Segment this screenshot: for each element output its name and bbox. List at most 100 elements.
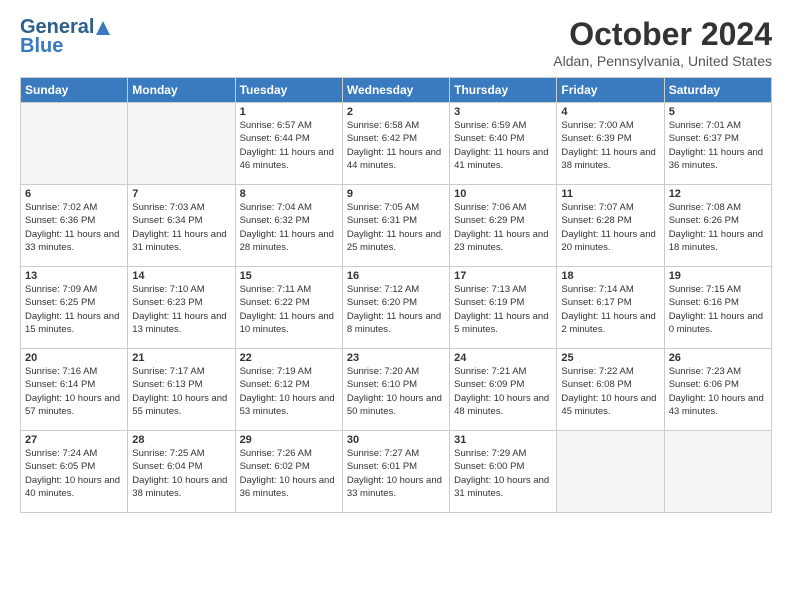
calendar-cell: 20Sunrise: 7:16 AM Sunset: 6:14 PM Dayli… bbox=[21, 349, 128, 431]
header-wednesday: Wednesday bbox=[342, 78, 449, 103]
calendar-cell: 16Sunrise: 7:12 AM Sunset: 6:20 PM Dayli… bbox=[342, 267, 449, 349]
calendar-cell bbox=[664, 431, 771, 513]
calendar-table: SundayMondayTuesdayWednesdayThursdayFrid… bbox=[20, 77, 772, 513]
calendar-cell: 28Sunrise: 7:25 AM Sunset: 6:04 PM Dayli… bbox=[128, 431, 235, 513]
day-number: 30 bbox=[347, 434, 445, 446]
day-info: Sunrise: 7:02 AM Sunset: 6:36 PM Dayligh… bbox=[25, 201, 123, 254]
week-row-5: 27Sunrise: 7:24 AM Sunset: 6:05 PM Dayli… bbox=[21, 431, 772, 513]
day-info: Sunrise: 6:59 AM Sunset: 6:40 PM Dayligh… bbox=[454, 119, 552, 172]
day-number: 6 bbox=[25, 188, 123, 200]
week-row-2: 6Sunrise: 7:02 AM Sunset: 6:36 PM Daylig… bbox=[21, 185, 772, 267]
day-number: 18 bbox=[561, 270, 659, 282]
day-number: 10 bbox=[454, 188, 552, 200]
calendar-cell: 21Sunrise: 7:17 AM Sunset: 6:13 PM Dayli… bbox=[128, 349, 235, 431]
day-info: Sunrise: 7:13 AM Sunset: 6:19 PM Dayligh… bbox=[454, 283, 552, 336]
calendar-cell: 13Sunrise: 7:09 AM Sunset: 6:25 PM Dayli… bbox=[21, 267, 128, 349]
day-info: Sunrise: 7:05 AM Sunset: 6:31 PM Dayligh… bbox=[347, 201, 445, 254]
month-title: October 2024 bbox=[553, 16, 772, 53]
calendar-cell: 26Sunrise: 7:23 AM Sunset: 6:06 PM Dayli… bbox=[664, 349, 771, 431]
day-info: Sunrise: 7:29 AM Sunset: 6:00 PM Dayligh… bbox=[454, 447, 552, 500]
header-sunday: Sunday bbox=[21, 78, 128, 103]
calendar-cell: 19Sunrise: 7:15 AM Sunset: 6:16 PM Dayli… bbox=[664, 267, 771, 349]
location-title: Aldan, Pennsylvania, United States bbox=[553, 53, 772, 69]
day-info: Sunrise: 7:08 AM Sunset: 6:26 PM Dayligh… bbox=[669, 201, 767, 254]
calendar-cell: 8Sunrise: 7:04 AM Sunset: 6:32 PM Daylig… bbox=[235, 185, 342, 267]
calendar-cell: 25Sunrise: 7:22 AM Sunset: 6:08 PM Dayli… bbox=[557, 349, 664, 431]
calendar-cell bbox=[128, 103, 235, 185]
calendar-cell: 31Sunrise: 7:29 AM Sunset: 6:00 PM Dayli… bbox=[450, 431, 557, 513]
day-info: Sunrise: 7:25 AM Sunset: 6:04 PM Dayligh… bbox=[132, 447, 230, 500]
week-row-3: 13Sunrise: 7:09 AM Sunset: 6:25 PM Dayli… bbox=[21, 267, 772, 349]
day-info: Sunrise: 6:57 AM Sunset: 6:44 PM Dayligh… bbox=[240, 119, 338, 172]
day-info: Sunrise: 7:27 AM Sunset: 6:01 PM Dayligh… bbox=[347, 447, 445, 500]
calendar-cell: 7Sunrise: 7:03 AM Sunset: 6:34 PM Daylig… bbox=[128, 185, 235, 267]
day-number: 15 bbox=[240, 270, 338, 282]
calendar-cell: 11Sunrise: 7:07 AM Sunset: 6:28 PM Dayli… bbox=[557, 185, 664, 267]
day-number: 3 bbox=[454, 106, 552, 118]
day-info: Sunrise: 7:26 AM Sunset: 6:02 PM Dayligh… bbox=[240, 447, 338, 500]
calendar-cell: 1Sunrise: 6:57 AM Sunset: 6:44 PM Daylig… bbox=[235, 103, 342, 185]
header-row: SundayMondayTuesdayWednesdayThursdayFrid… bbox=[21, 78, 772, 103]
calendar-cell: 17Sunrise: 7:13 AM Sunset: 6:19 PM Dayli… bbox=[450, 267, 557, 349]
logo-blue: Blue bbox=[20, 35, 63, 58]
header-thursday: Thursday bbox=[450, 78, 557, 103]
calendar-cell: 22Sunrise: 7:19 AM Sunset: 6:12 PM Dayli… bbox=[235, 349, 342, 431]
day-number: 13 bbox=[25, 270, 123, 282]
day-info: Sunrise: 6:58 AM Sunset: 6:42 PM Dayligh… bbox=[347, 119, 445, 172]
day-info: Sunrise: 7:00 AM Sunset: 6:39 PM Dayligh… bbox=[561, 119, 659, 172]
logo-icon bbox=[94, 19, 112, 37]
day-info: Sunrise: 7:14 AM Sunset: 6:17 PM Dayligh… bbox=[561, 283, 659, 336]
day-info: Sunrise: 7:23 AM Sunset: 6:06 PM Dayligh… bbox=[669, 365, 767, 418]
calendar-cell: 15Sunrise: 7:11 AM Sunset: 6:22 PM Dayli… bbox=[235, 267, 342, 349]
day-number: 2 bbox=[347, 106, 445, 118]
day-number: 31 bbox=[454, 434, 552, 446]
calendar-cell: 18Sunrise: 7:14 AM Sunset: 6:17 PM Dayli… bbox=[557, 267, 664, 349]
day-number: 7 bbox=[132, 188, 230, 200]
calendar-cell: 5Sunrise: 7:01 AM Sunset: 6:37 PM Daylig… bbox=[664, 103, 771, 185]
header-saturday: Saturday bbox=[664, 78, 771, 103]
calendar-cell: 24Sunrise: 7:21 AM Sunset: 6:09 PM Dayli… bbox=[450, 349, 557, 431]
day-info: Sunrise: 7:10 AM Sunset: 6:23 PM Dayligh… bbox=[132, 283, 230, 336]
day-number: 28 bbox=[132, 434, 230, 446]
calendar-cell: 9Sunrise: 7:05 AM Sunset: 6:31 PM Daylig… bbox=[342, 185, 449, 267]
day-number: 29 bbox=[240, 434, 338, 446]
calendar-cell: 10Sunrise: 7:06 AM Sunset: 6:29 PM Dayli… bbox=[450, 185, 557, 267]
header: General Blue October 2024 Aldan, Pennsyl… bbox=[20, 16, 772, 69]
day-number: 19 bbox=[669, 270, 767, 282]
day-number: 14 bbox=[132, 270, 230, 282]
day-info: Sunrise: 7:20 AM Sunset: 6:10 PM Dayligh… bbox=[347, 365, 445, 418]
calendar-cell: 14Sunrise: 7:10 AM Sunset: 6:23 PM Dayli… bbox=[128, 267, 235, 349]
day-info: Sunrise: 7:15 AM Sunset: 6:16 PM Dayligh… bbox=[669, 283, 767, 336]
day-info: Sunrise: 7:07 AM Sunset: 6:28 PM Dayligh… bbox=[561, 201, 659, 254]
header-tuesday: Tuesday bbox=[235, 78, 342, 103]
day-number: 27 bbox=[25, 434, 123, 446]
logo: General Blue bbox=[20, 16, 112, 58]
day-number: 16 bbox=[347, 270, 445, 282]
day-number: 17 bbox=[454, 270, 552, 282]
calendar-cell bbox=[557, 431, 664, 513]
day-number: 25 bbox=[561, 352, 659, 364]
calendar-cell: 30Sunrise: 7:27 AM Sunset: 6:01 PM Dayli… bbox=[342, 431, 449, 513]
day-number: 8 bbox=[240, 188, 338, 200]
day-info: Sunrise: 7:16 AM Sunset: 6:14 PM Dayligh… bbox=[25, 365, 123, 418]
week-row-1: 1Sunrise: 6:57 AM Sunset: 6:44 PM Daylig… bbox=[21, 103, 772, 185]
day-number: 9 bbox=[347, 188, 445, 200]
day-info: Sunrise: 7:04 AM Sunset: 6:32 PM Dayligh… bbox=[240, 201, 338, 254]
day-info: Sunrise: 7:17 AM Sunset: 6:13 PM Dayligh… bbox=[132, 365, 230, 418]
day-info: Sunrise: 7:06 AM Sunset: 6:29 PM Dayligh… bbox=[454, 201, 552, 254]
day-number: 21 bbox=[132, 352, 230, 364]
calendar-cell: 23Sunrise: 7:20 AM Sunset: 6:10 PM Dayli… bbox=[342, 349, 449, 431]
calendar-cell: 6Sunrise: 7:02 AM Sunset: 6:36 PM Daylig… bbox=[21, 185, 128, 267]
day-info: Sunrise: 7:19 AM Sunset: 6:12 PM Dayligh… bbox=[240, 365, 338, 418]
day-number: 1 bbox=[240, 106, 338, 118]
calendar-page: General Blue October 2024 Aldan, Pennsyl… bbox=[0, 0, 792, 612]
day-info: Sunrise: 7:03 AM Sunset: 6:34 PM Dayligh… bbox=[132, 201, 230, 254]
day-info: Sunrise: 7:12 AM Sunset: 6:20 PM Dayligh… bbox=[347, 283, 445, 336]
day-number: 24 bbox=[454, 352, 552, 364]
day-number: 20 bbox=[25, 352, 123, 364]
header-friday: Friday bbox=[557, 78, 664, 103]
day-number: 23 bbox=[347, 352, 445, 364]
day-info: Sunrise: 7:24 AM Sunset: 6:05 PM Dayligh… bbox=[25, 447, 123, 500]
day-number: 11 bbox=[561, 188, 659, 200]
header-monday: Monday bbox=[128, 78, 235, 103]
